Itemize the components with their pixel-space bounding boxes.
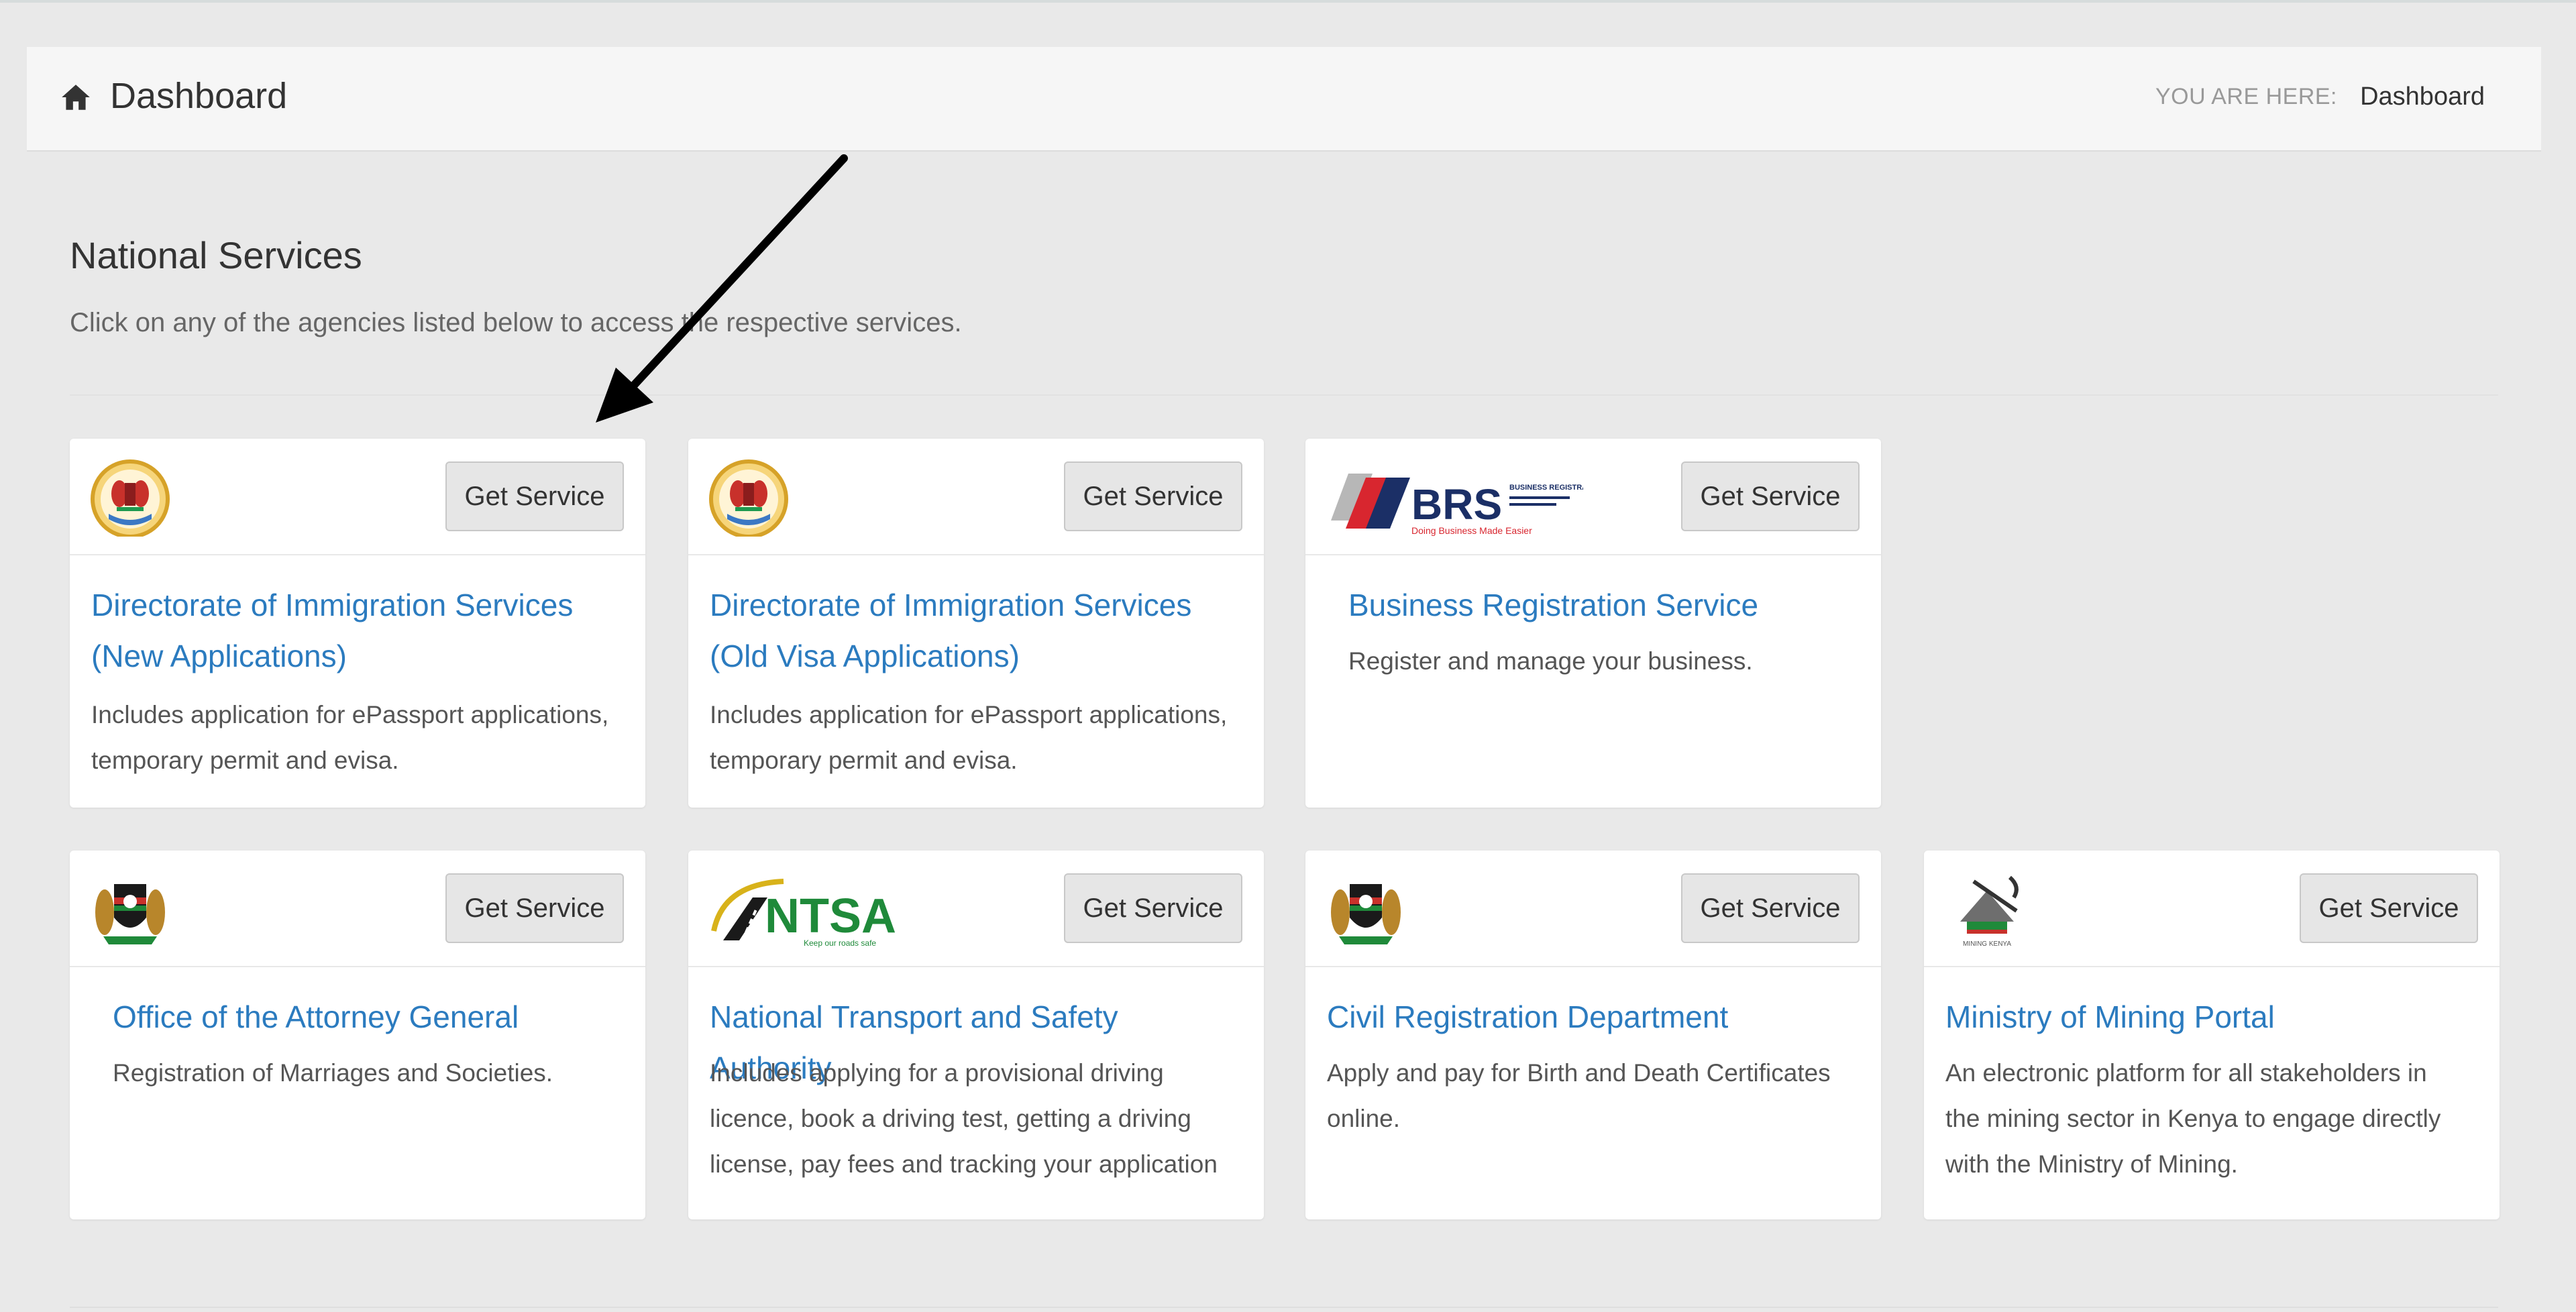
home-icon — [62, 85, 90, 110]
get-service-button[interactable]: Get Service — [1064, 873, 1242, 943]
get-service-button[interactable]: Get Service — [1681, 461, 1860, 531]
card-title[interactable]: Directorate of Immigration Services (New… — [91, 580, 628, 681]
svg-text:NTSA: NTSA — [765, 889, 896, 943]
card-header: Get Service — [70, 851, 645, 967]
get-service-button[interactable]: Get Service — [2300, 873, 2478, 943]
get-service-button[interactable]: Get Service — [1064, 461, 1242, 531]
breadcrumb-label: YOU ARE HERE: — [2155, 84, 2337, 109]
get-service-button[interactable]: Get Service — [445, 461, 624, 531]
card-title[interactable]: Civil Registration Department — [1327, 991, 1864, 1042]
kenya-coat-of-arms-icon — [1331, 884, 1401, 944]
page-title: Dashboard — [110, 76, 288, 116]
card-description: Includes application for ePassport appli… — [91, 701, 609, 774]
card-header: BRS BUSINESS REGISTRATION SERVICE Doing … — [1305, 439, 1881, 555]
service-card-immigration-new: Get Service Directorate of Immigration S… — [70, 439, 645, 808]
top-border — [0, 0, 2576, 3]
mining-logo: MINING KENYA — [1960, 875, 2019, 948]
service-card-mining: MINING KENYA Get Service Ministry of Min… — [1924, 851, 2500, 1219]
page-header: Dashboard YOU ARE HERE: Dashboard — [27, 47, 2541, 152]
service-card-immigration-old: Get Service Directorate of Immigration S… — [688, 439, 1264, 808]
card-header: Get Service — [1305, 851, 1881, 967]
card-title[interactable]: Office of the Attorney General — [113, 991, 649, 1042]
immigration-seal-icon — [709, 459, 788, 537]
bottom-divider — [70, 1307, 2498, 1308]
card-description: Includes application for ePassport appli… — [710, 701, 1228, 774]
svg-text:Keep our roads safe: Keep our roads safe — [804, 938, 876, 948]
card-header: MINING KENYA Get Service — [1924, 851, 2500, 967]
card-description: Registration of Marriages and Societies. — [113, 1059, 553, 1087]
get-service-button[interactable]: Get Service — [1681, 873, 1860, 943]
svg-text:BUSINESS REGISTRATION SERVICE: BUSINESS REGISTRATION SERVICE — [1509, 484, 1583, 492]
card-header: Get Service — [70, 439, 645, 555]
service-card-attorney-general: Get Service Office of the Attorney Gener… — [70, 851, 645, 1219]
immigration-seal-icon — [91, 459, 170, 537]
card-title[interactable]: Business Registration Service — [1348, 580, 1885, 631]
card-header: Get Service — [688, 439, 1264, 555]
section-title: National Services — [70, 234, 362, 276]
card-title[interactable]: Directorate of Immigration Services (Old… — [710, 580, 1246, 681]
card-description: Apply and pay for Birth and Death Certif… — [1327, 1059, 1831, 1132]
kenya-coat-of-arms-icon — [95, 884, 165, 944]
svg-text:Doing Business Made Easier: Doing Business Made Easier — [1411, 525, 1532, 536]
service-card-ntsa: NTSA Keep our roads safe Get Service Nat… — [688, 851, 1264, 1219]
card-description: Includes applying for a provisional driv… — [710, 1059, 1218, 1178]
card-header: NTSA Keep our roads safe Get Service — [688, 851, 1264, 967]
ntsa-logo: NTSA Keep our roads safe — [711, 879, 896, 948]
card-description: An electronic platform for all stakehold… — [1945, 1059, 2441, 1178]
get-service-button[interactable]: Get Service — [445, 873, 624, 943]
section-subtitle: Click on any of the agencies listed belo… — [70, 308, 962, 337]
brs-logo: BRS BUSINESS REGISTRATION SERVICE Doing … — [1331, 474, 1583, 536]
svg-text:BRS: BRS — [1411, 480, 1502, 529]
section-divider — [70, 394, 2498, 396]
service-card-civil-registration: Get Service Civil Registration Departmen… — [1305, 851, 1881, 1219]
service-card-brs: BRS BUSINESS REGISTRATION SERVICE Doing … — [1305, 439, 1881, 808]
breadcrumb-current[interactable]: Dashboard — [2360, 82, 2485, 111]
svg-text:MINING KENYA: MINING KENYA — [1963, 940, 2011, 948]
card-title[interactable]: Ministry of Mining Portal — [1945, 991, 2482, 1042]
card-description: Register and manage your business. — [1348, 647, 1753, 675]
